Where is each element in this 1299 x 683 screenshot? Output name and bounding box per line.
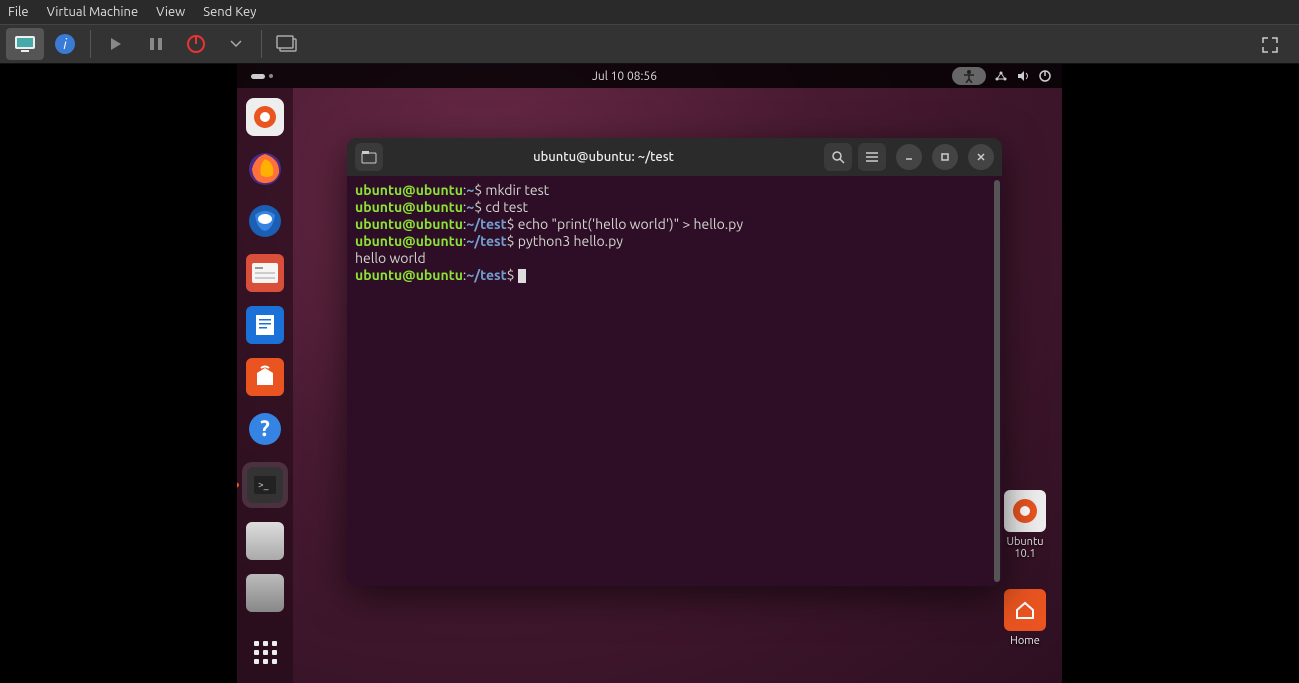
terminal-prompt: ubuntu@ubuntu:~/test$ bbox=[355, 267, 994, 284]
menu-button[interactable] bbox=[858, 143, 886, 171]
clock[interactable]: Jul 10 08:56 bbox=[297, 70, 952, 83]
separator bbox=[90, 30, 91, 58]
desktop-home-icon[interactable]: Home bbox=[1000, 589, 1050, 647]
show-applications-button[interactable] bbox=[246, 633, 284, 671]
search-button[interactable] bbox=[824, 143, 852, 171]
dock: ? >_ bbox=[237, 88, 293, 683]
menu-send-key[interactable]: Send Key bbox=[203, 5, 256, 19]
desktop-home-label: Home bbox=[1000, 635, 1050, 647]
dock-disk1-icon[interactable] bbox=[246, 522, 284, 560]
dock-terminal-icon[interactable]: >_ bbox=[242, 462, 288, 508]
terminal-output: hello world bbox=[355, 250, 994, 267]
svg-text:i: i bbox=[63, 36, 67, 52]
dock-writer-icon[interactable] bbox=[246, 306, 284, 344]
activities-button[interactable] bbox=[237, 74, 297, 79]
new-tab-button[interactable] bbox=[355, 143, 383, 171]
menu-view[interactable]: View bbox=[156, 5, 185, 19]
dock-software-icon[interactable] bbox=[246, 358, 284, 396]
info-button[interactable]: i bbox=[46, 28, 84, 60]
power-icon[interactable] bbox=[1038, 69, 1052, 83]
terminal-window: ubuntu@ubuntu: ~/test ubuntu@ubuntu:~$ m… bbox=[347, 138, 1002, 586]
menu-virtual-machine[interactable]: Virtual Machine bbox=[47, 5, 139, 19]
guest-topbar: Jul 10 08:56 bbox=[237, 64, 1062, 88]
volume-icon[interactable] bbox=[1016, 69, 1030, 83]
guest-desktop[interactable]: Jul 10 08:56 bbox=[237, 64, 1062, 683]
console-button[interactable] bbox=[6, 28, 44, 60]
dock-firefox-icon[interactable] bbox=[246, 150, 284, 188]
svg-text:?: ? bbox=[260, 416, 270, 441]
cursor-icon bbox=[518, 269, 526, 283]
terminal-scrollbar[interactable] bbox=[994, 180, 1000, 582]
terminal-line: ubuntu@ubuntu:~$ mkdir test bbox=[355, 182, 994, 199]
snapshot-button[interactable] bbox=[268, 28, 306, 60]
dock-files-icon[interactable] bbox=[246, 254, 284, 292]
svg-text:>_: >_ bbox=[258, 479, 269, 490]
terminal-titlebar[interactable]: ubuntu@ubuntu: ~/test bbox=[347, 138, 1002, 176]
menu-file[interactable]: File bbox=[8, 5, 29, 19]
dock-help-icon[interactable]: ? bbox=[246, 410, 284, 448]
terminal-line: ubuntu@ubuntu:~$ cd test bbox=[355, 199, 994, 216]
dock-disk2-icon[interactable] bbox=[246, 574, 284, 612]
close-button[interactable] bbox=[968, 144, 994, 170]
power-button[interactable] bbox=[177, 28, 215, 60]
separator bbox=[261, 30, 262, 58]
terminal-body[interactable]: ubuntu@ubuntu:~$ mkdir test ubuntu@ubunt… bbox=[347, 176, 1002, 586]
pause-button[interactable] bbox=[137, 28, 175, 60]
dock-installer-icon[interactable] bbox=[246, 98, 284, 136]
power-dropdown[interactable] bbox=[217, 28, 255, 60]
network-icon[interactable] bbox=[994, 69, 1008, 83]
host-menubar: File Virtual Machine View Send Key bbox=[0, 0, 1299, 24]
terminal-line: ubuntu@ubuntu:~/test$ echo "print('hello… bbox=[355, 216, 994, 233]
guest-area: Jul 10 08:56 bbox=[0, 64, 1299, 683]
dock-thunderbird-icon[interactable] bbox=[246, 202, 284, 240]
terminal-line: ubuntu@ubuntu:~/test$ python3 hello.py bbox=[355, 233, 994, 250]
desktop-ubuntu-icon[interactable]: Ubuntu 10.1 bbox=[1000, 490, 1050, 560]
desktop-ubuntu-label: Ubuntu 10.1 bbox=[1000, 536, 1050, 560]
play-button[interactable] bbox=[97, 28, 135, 60]
fullscreen-button[interactable] bbox=[1251, 29, 1289, 61]
host-toolbar: i bbox=[0, 24, 1299, 64]
terminal-title: ubuntu@ubuntu: ~/test bbox=[389, 150, 818, 164]
minimize-button[interactable] bbox=[896, 144, 922, 170]
accessibility-icon[interactable] bbox=[952, 67, 986, 85]
maximize-button[interactable] bbox=[932, 144, 958, 170]
